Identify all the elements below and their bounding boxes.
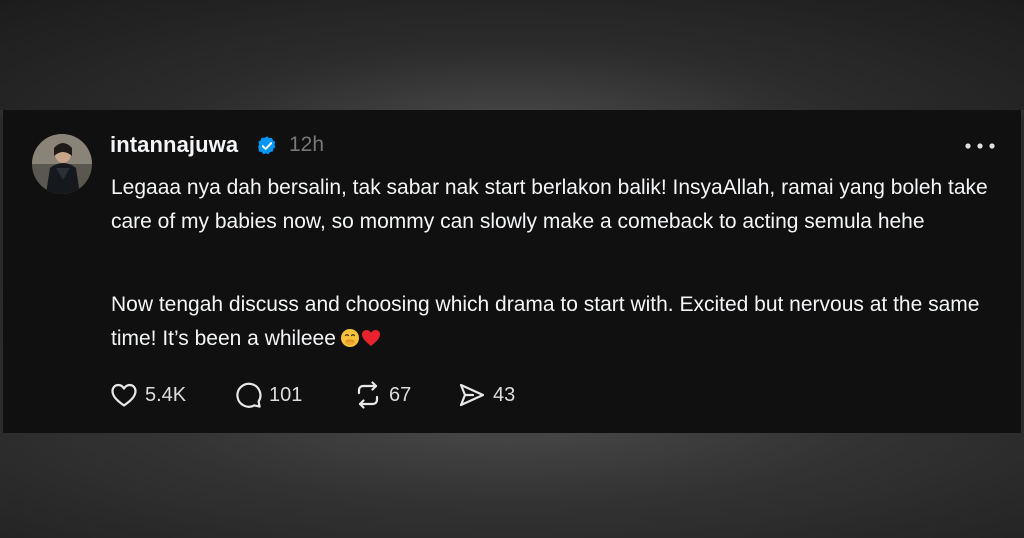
red-heart-icon [361,330,380,346]
post-text-paragraph-2-text: Now tengah discuss and choosing which dr… [111,293,980,350]
verified-badge-icon [258,136,276,155]
share-button[interactable]: 43 [457,380,515,410]
heart-icon [111,383,137,407]
repost-button[interactable]: 67 [353,380,411,410]
like-count: 5.4K [145,383,187,406]
username[interactable]: intannajuwa [110,132,238,158]
post-text-paragraph-2: Now tengah discuss and choosing which dr… [111,288,991,356]
avatar-image [32,134,92,194]
post-timestamp: 12h [289,133,325,156]
face-with-hand-over-mouth-icon [340,329,359,347]
share-count: 43 [493,383,516,406]
post-text-paragraph-1: Legaaa nya dah bersalin, tak sabar nak s… [111,176,988,233]
avatar[interactable] [32,134,92,194]
post-card: intannajuwa 12h Legaaa nya dah bersalin,… [3,110,1021,433]
more-options-icon[interactable] [963,140,997,152]
send-icon [459,383,485,407]
background-bottom [0,433,1024,538]
like-button[interactable]: 5.4K [109,380,186,410]
comment-icon [236,382,262,408]
reply-button[interactable]: 101 [233,380,302,410]
reply-count: 101 [269,383,303,406]
repost-count: 67 [389,383,412,406]
background-top [0,0,1024,110]
repost-icon [357,381,379,409]
